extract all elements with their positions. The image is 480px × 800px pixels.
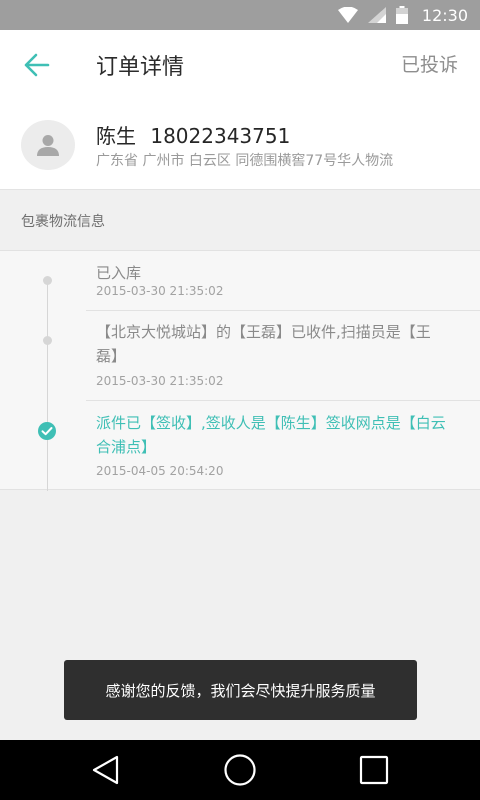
wifi-icon bbox=[337, 7, 358, 23]
person-icon bbox=[37, 135, 59, 156]
signal-icon bbox=[367, 7, 386, 23]
back-button[interactable] bbox=[22, 52, 52, 78]
status-icons: 12:30 bbox=[337, 0, 468, 30]
recipient-phone: 18022343751 bbox=[150, 124, 291, 148]
circle-home-icon bbox=[224, 754, 256, 786]
logistics-timeline: 已入库 2015-03-30 21:35:02 【北京大悦城站】的【王磊】已收件… bbox=[0, 250, 480, 491]
recipient-name-line: 陈生 18022343751 bbox=[96, 120, 290, 149]
section-title: 包裹物流信息 bbox=[21, 214, 105, 230]
avatar bbox=[21, 120, 75, 170]
timeline-dot bbox=[43, 276, 52, 285]
navigation-bar bbox=[0, 740, 480, 800]
status-time: 12:30 bbox=[421, 5, 468, 25]
check-circle-icon bbox=[38, 422, 56, 440]
timeline-line bbox=[47, 279, 48, 491]
timeline-text: 【北京大悦城站】的【王磊】已收件,扫描员是【王磊】 bbox=[96, 323, 431, 365]
timeline-time: 2015-04-05 20:54:20 bbox=[96, 464, 224, 478]
toast-message: 感谢您的反馈，我们会尽快提升服务质量 bbox=[64, 660, 417, 720]
triangle-back-icon bbox=[92, 755, 119, 785]
timeline-text: 派件已【签收】,签收人是【陈生】签收网点是【白云合浦点】 bbox=[96, 414, 446, 456]
arrow-left-icon bbox=[24, 53, 50, 77]
back-nav-button[interactable] bbox=[88, 752, 124, 788]
timeline-text: 已入库 bbox=[96, 264, 142, 282]
timeline-dot bbox=[43, 336, 52, 345]
home-nav-button[interactable] bbox=[222, 752, 258, 788]
page-title: 订单详情 bbox=[96, 55, 185, 80]
square-recents-icon bbox=[359, 755, 389, 785]
timeline-divider bbox=[86, 400, 480, 401]
timeline-divider bbox=[86, 310, 480, 311]
recents-nav-button[interactable] bbox=[356, 752, 392, 788]
recipient-address: 广东省 广州市 白云区 同德围横窖77号华人物流 bbox=[96, 153, 394, 169]
recipient-name: 陈生 bbox=[96, 124, 136, 148]
complained-button[interactable]: 已投诉 bbox=[401, 50, 458, 77]
timeline-time: 2015-03-30 21:35:02 bbox=[96, 284, 224, 298]
app-bar: 订单详情 已投诉 bbox=[0, 30, 480, 98]
recipient-card: 陈生 18022343751 广东省 广州市 白云区 同德围横窖77号华人物流 bbox=[0, 98, 480, 190]
timeline-time: 2015-03-30 21:35:02 bbox=[96, 374, 224, 388]
battery-icon bbox=[395, 6, 408, 24]
status-bar: 12:30 bbox=[0, 0, 480, 30]
